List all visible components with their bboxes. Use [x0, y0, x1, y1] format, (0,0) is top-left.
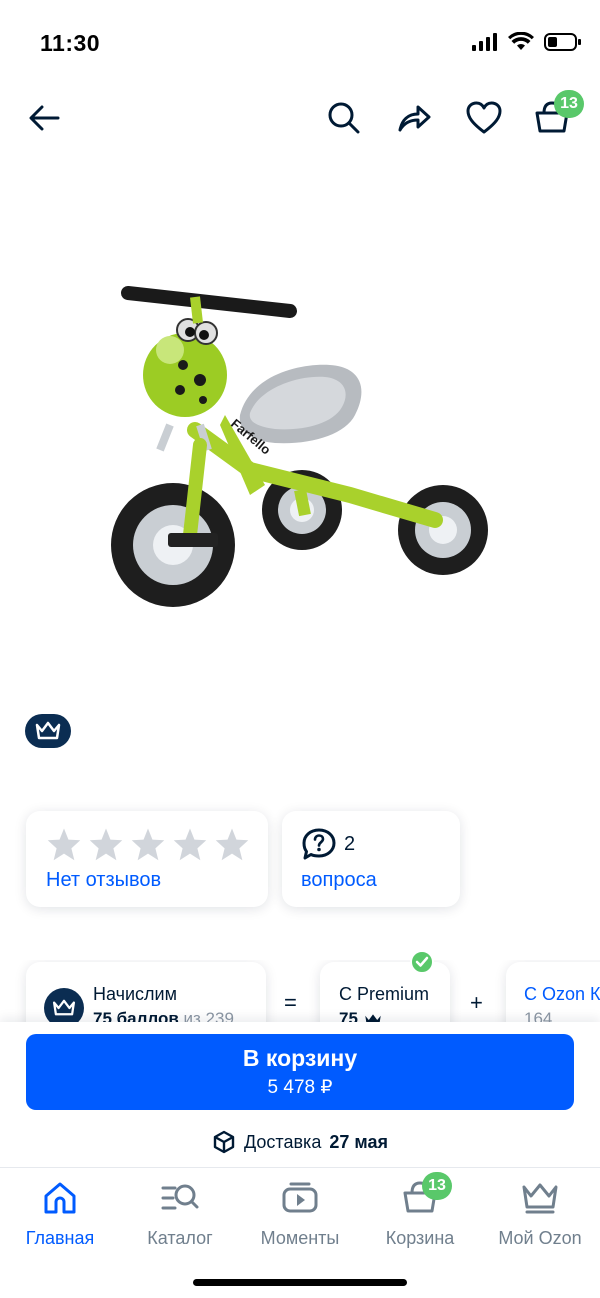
tricycle-illustration: Farfello: [111, 286, 488, 607]
tab-cart[interactable]: 13 Корзина: [360, 1172, 480, 1258]
delivery-date: 27 мая: [329, 1131, 388, 1152]
tab-my-ozon-label: Мой Ozon: [498, 1228, 582, 1248]
premium-badge[interactable]: [25, 714, 71, 748]
status-time: 11:30: [40, 30, 101, 56]
battery-icon: [544, 33, 581, 51]
home-icon: [40, 1178, 80, 1218]
tab-moments[interactable]: Моменты: [240, 1178, 360, 1258]
premium-avatar: [44, 988, 84, 1022]
rating-stars: [46, 827, 250, 861]
delivery-info[interactable]: Доставка 27 мая: [0, 1130, 600, 1154]
plus-sign: +: [470, 990, 483, 1015]
product-top-bar: 13: [0, 90, 600, 150]
check-badge: [410, 950, 434, 974]
play-icon: [280, 1178, 320, 1218]
premium-points-title: С Premium: [339, 984, 430, 1004]
signal-icon: [472, 33, 497, 51]
points-row: Начислим 75 баллов из 239 = С Premium 75…: [0, 960, 600, 1022]
questions-label: вопроса: [301, 869, 377, 891]
product-image[interactable]: Farfello: [100, 275, 500, 620]
tab-cart-label: Корзина: [385, 1228, 455, 1248]
reviews-label: Нет отзывов: [46, 869, 162, 891]
star-icon: [173, 828, 207, 861]
cart-count-badge: 13: [554, 90, 584, 118]
crown-icon: [52, 999, 76, 1016]
buy-panel: В корзину 5 478 ₽ Доставка 27 мая: [0, 1022, 600, 1167]
home-indicator[interactable]: [193, 1279, 407, 1286]
star-icon: [47, 828, 81, 861]
catalog-icon: [160, 1178, 200, 1218]
back-button[interactable]: [20, 94, 68, 142]
tab-home-label: Главная: [25, 1228, 95, 1248]
status-icons: [472, 32, 582, 52]
favorite-button[interactable]: [460, 94, 508, 142]
star-icon: [215, 828, 249, 861]
star-icon: [89, 828, 123, 861]
star-icon: [131, 828, 165, 861]
back-arrow-icon: [29, 105, 60, 131]
add-to-cart-price: 5 478 ₽: [267, 1077, 333, 1098]
tab-catalog[interactable]: Каталог: [120, 1178, 240, 1258]
ozon-card-points: 164: [524, 1009, 553, 1022]
tab-cart-badge: 13: [422, 1172, 452, 1200]
premium-points-amount: 75: [339, 1009, 358, 1022]
points-card-title: Начислим: [93, 984, 177, 1004]
wifi-icon: [508, 32, 534, 50]
add-to-cart-button[interactable]: В корзину 5 478 ₽: [26, 1034, 574, 1110]
ozon-card-points-card[interactable]: С Ozon Карт 164: [506, 962, 600, 1022]
search-icon: [328, 102, 360, 134]
questions-card[interactable]: 2 вопроса: [282, 811, 460, 907]
heart-icon: [466, 101, 502, 134]
add-to-cart-label: В корзину: [242, 1045, 358, 1071]
status-bar: 11:30: [0, 0, 600, 80]
points-accrual-card[interactable]: Начислим 75 баллов из 239: [26, 962, 266, 1022]
search-button[interactable]: [320, 94, 368, 142]
crown-small-icon: [364, 1013, 381, 1022]
ozon-card-title: С Ozon Карт: [524, 984, 600, 1004]
tab-catalog-label: Каталог: [147, 1228, 213, 1248]
box-icon: [213, 1130, 235, 1154]
question-bubble-icon: [302, 828, 336, 860]
tab-moments-label: Моменты: [260, 1228, 340, 1248]
delivery-label: Доставка: [244, 1131, 322, 1152]
points-card-value: 75 баллов из 239: [93, 1009, 234, 1022]
tab-home[interactable]: Главная: [0, 1178, 120, 1258]
tab-my-ozon[interactable]: Мой Ozon: [480, 1178, 600, 1258]
points-max: из 239: [183, 1009, 234, 1022]
check-icon: [415, 956, 429, 967]
premium-points-value: 75: [339, 1009, 383, 1022]
reviews-card[interactable]: Нет отзывов: [26, 811, 268, 907]
crown-icon: [35, 721, 61, 740]
questions-count: 2: [344, 833, 356, 855]
premium-points-card[interactable]: С Premium 75: [320, 962, 450, 1022]
bottom-tab-bar: Главная Каталог Моменты 13 Корзина Мой O…: [0, 1167, 600, 1298]
points-amount: 75 баллов: [93, 1009, 179, 1022]
share-icon: [398, 105, 431, 132]
crown-icon: [520, 1178, 560, 1218]
equals-sign: =: [284, 990, 297, 1015]
share-button[interactable]: [390, 94, 438, 142]
